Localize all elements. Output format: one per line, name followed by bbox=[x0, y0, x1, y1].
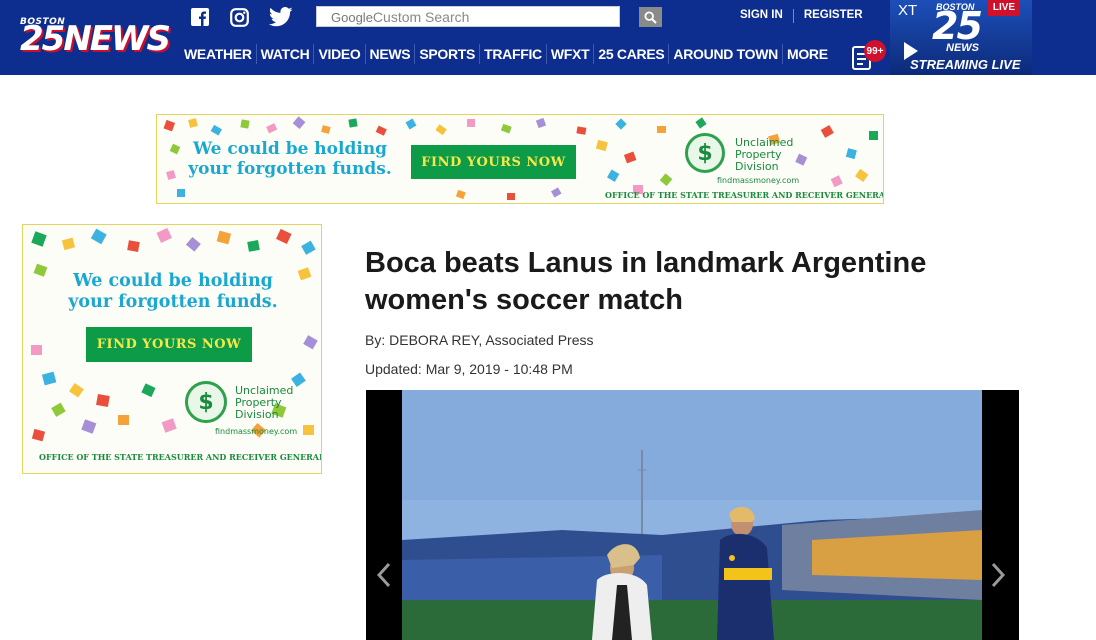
brand-line-3: Division bbox=[735, 160, 779, 173]
logo-wordmark: 25NEWS bbox=[20, 19, 171, 59]
stadium-scene bbox=[402, 390, 982, 640]
article-photo-gallery[interactable] bbox=[366, 390, 1019, 640]
ad-message-line-1: We could be holding bbox=[73, 271, 273, 291]
stream-xt-label: XT bbox=[898, 2, 918, 19]
twitter-icon[interactable] bbox=[268, 6, 294, 28]
register-link[interactable]: REGISTER bbox=[804, 9, 863, 23]
search-icon bbox=[644, 10, 657, 24]
brand-line-3: Division bbox=[235, 408, 279, 421]
nav-item-weather[interactable]: WEATHER bbox=[180, 44, 257, 64]
find-yours-button[interactable]: FIND YOURS NOW bbox=[411, 145, 576, 179]
facebook-icon[interactable] bbox=[189, 6, 211, 28]
site-header: BOSTON 25NEWS GoogleCustom Search SIGN I… bbox=[0, 0, 1096, 75]
site-logo[interactable]: BOSTON 25NEWS bbox=[20, 14, 171, 60]
sidebar-ad[interactable]: We could be holding your forgotten funds… bbox=[22, 224, 322, 474]
streaming-live-promo[interactable]: XT BOSTON 25 NEWS LIVE STREAMING LIVE bbox=[890, 0, 1032, 75]
search-input[interactable]: GoogleCustom Search bbox=[316, 6, 620, 27]
notifications-badge: 99+ bbox=[864, 40, 886, 62]
chevron-left-icon[interactable] bbox=[376, 560, 392, 590]
instagram-icon[interactable] bbox=[228, 6, 250, 28]
ad-message-line-1: We could be holding bbox=[192, 139, 388, 159]
banner-ad[interactable]: We could be holding your forgotten funds… bbox=[156, 114, 884, 204]
main-nav: WEATHER WATCH VIDEO NEWS SPORTS TRAFFIC … bbox=[180, 44, 832, 64]
unclaimed-property-seal: $ bbox=[685, 133, 725, 173]
notifications-button[interactable]: 99+ bbox=[850, 40, 886, 72]
article-updated: Updated: Mar 9, 2019 - 10:48 PM bbox=[365, 361, 573, 377]
ad-org: OFFICE OF THE STATE TREASURER AND RECEIV… bbox=[39, 452, 322, 462]
nav-item-25-cares[interactable]: 25 CARES bbox=[594, 44, 670, 64]
nav-item-wfxt[interactable]: WFXT bbox=[547, 44, 595, 64]
ad-message-line-2: your forgotten funds. bbox=[188, 159, 392, 180]
nav-item-video[interactable]: VIDEO bbox=[314, 44, 366, 64]
nav-item-watch[interactable]: WATCH bbox=[257, 44, 315, 64]
ad-org: OFFICE OF THE STATE TREASURER AND RECEIV… bbox=[605, 190, 884, 200]
search-button[interactable] bbox=[639, 7, 662, 27]
chevron-right-icon[interactable] bbox=[990, 560, 1006, 590]
ad-brand: Unclaimed Property Division bbox=[235, 385, 293, 421]
sign-in-link[interactable]: SIGN IN bbox=[740, 9, 783, 23]
search-placeholder: Custom Search bbox=[372, 9, 470, 25]
search-provider: Google bbox=[331, 10, 373, 25]
ad-brand: Unclaimed Property Division bbox=[735, 137, 793, 173]
ad-message-line-2: your forgotten funds. bbox=[68, 291, 278, 312]
article-byline: By: DEBORA REY, Associated Press bbox=[365, 332, 594, 348]
ad-message: We could be holding your forgotten funds… bbox=[179, 139, 401, 179]
nav-item-news[interactable]: NEWS bbox=[366, 44, 416, 64]
streaming-live-label: STREAMING LIVE bbox=[910, 57, 1021, 72]
find-yours-button[interactable]: FIND YOURS NOW bbox=[86, 327, 252, 362]
nav-item-around-town[interactable]: AROUND TOWN bbox=[669, 44, 783, 64]
nav-item-more[interactable]: MORE bbox=[783, 44, 832, 64]
ad-site: findmassmoney.com bbox=[215, 427, 298, 436]
nav-item-traffic[interactable]: TRAFFIC bbox=[480, 44, 547, 64]
article-photo bbox=[402, 390, 982, 640]
ad-message: We could be holding your forgotten funds… bbox=[53, 271, 293, 312]
unclaimed-property-seal: $ bbox=[185, 381, 227, 423]
nav-item-sports[interactable]: SPORTS bbox=[415, 44, 481, 64]
article-headline: Boca beats Lanus in landmark Argentine w… bbox=[365, 247, 927, 316]
stream-logo-news: NEWS bbox=[946, 42, 979, 54]
auth-links: SIGN IN REGISTER bbox=[740, 9, 863, 23]
live-badge: LIVE bbox=[988, 0, 1020, 16]
auth-divider bbox=[792, 9, 794, 23]
ad-site: findmassmoney.com bbox=[717, 176, 800, 185]
